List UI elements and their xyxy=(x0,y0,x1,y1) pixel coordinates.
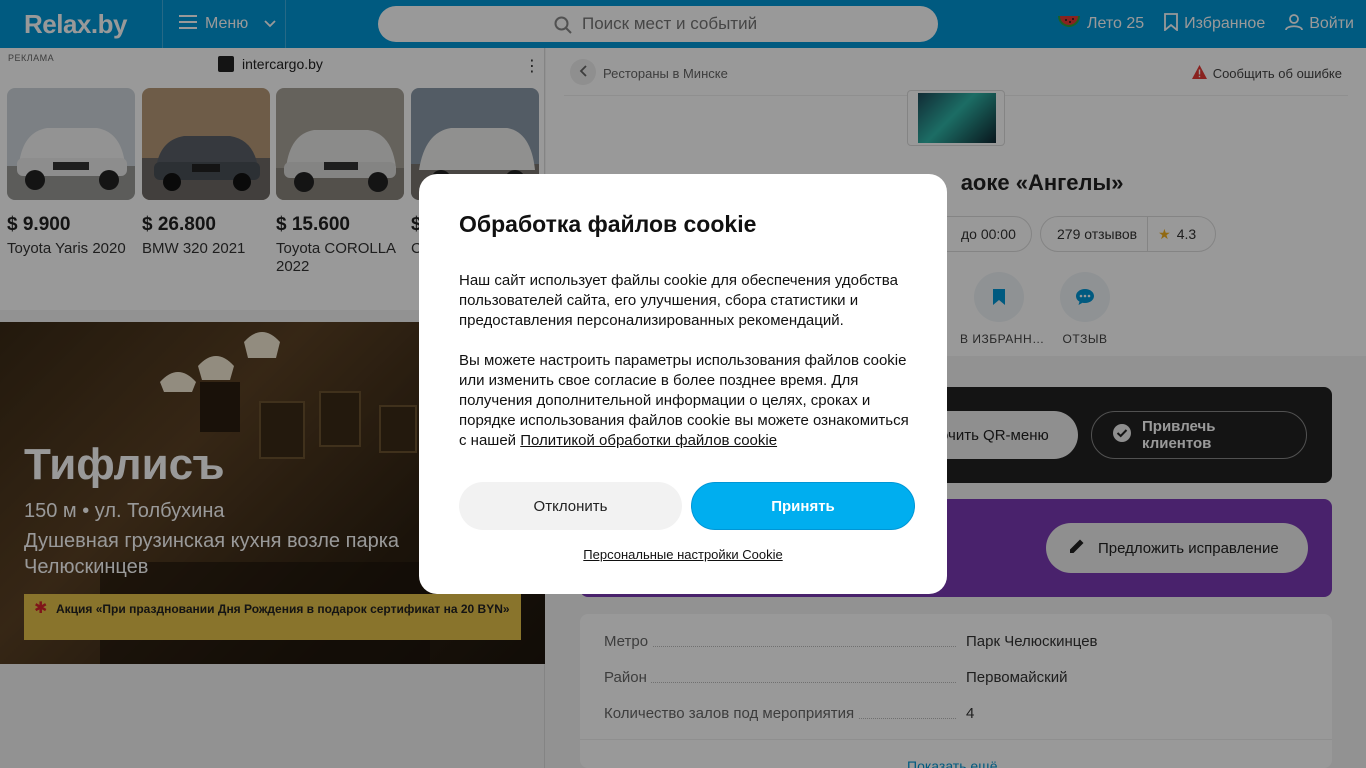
cookie-text-2: Вы можете настроить параметры использова… xyxy=(459,351,911,451)
decline-button[interactable]: Отклонить xyxy=(459,482,682,530)
cookie-dialog-title: Обработка файлов cookie xyxy=(459,211,757,237)
accept-button[interactable]: Принять xyxy=(691,482,915,530)
cookie-text-1: Наш сайт использует файлы cookie для обе… xyxy=(459,272,898,329)
cookie-dialog: Обработка файлов cookie Наш сайт использ… xyxy=(419,174,947,594)
cookie-settings-link[interactable]: Персональные настройки Cookie xyxy=(419,547,947,562)
cookie-policy-link[interactable]: Политикой обработки файлов cookie xyxy=(520,432,777,449)
